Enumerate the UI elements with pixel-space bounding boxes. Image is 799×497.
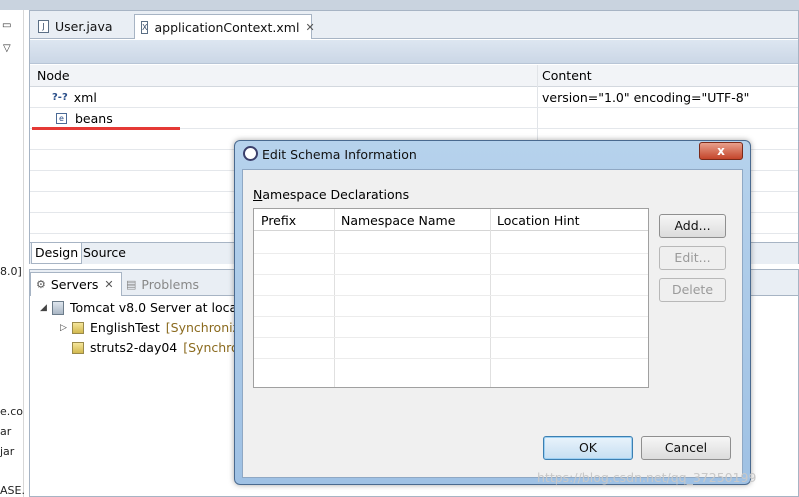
editor-header-bar	[30, 40, 798, 64]
window-top-strip	[0, 0, 799, 10]
dialog-body: Namespace Declarations Prefix Namespace …	[242, 169, 743, 478]
project-label: struts2-day04	[90, 340, 178, 355]
tab-user-java[interactable]: J User.java	[32, 14, 134, 39]
mnemonic-letter: N	[253, 187, 263, 202]
gutter-text-5: ASE.	[0, 484, 24, 497]
tab-problems[interactable]: ▤ Problems	[126, 272, 199, 296]
column-prefix[interactable]: Prefix	[261, 213, 296, 228]
ok-button[interactable]: OK	[543, 436, 633, 460]
chevron-down-icon[interactable]: ▽	[3, 43, 11, 54]
column-separator	[334, 209, 335, 387]
cancel-button[interactable]: Cancel	[641, 436, 731, 460]
tab-label: Problems	[141, 276, 200, 292]
close-icon[interactable]: ✕	[104, 278, 113, 291]
processing-instruction-icon: ?-?	[52, 92, 68, 103]
column-content[interactable]: Content	[542, 68, 592, 83]
project-icon	[72, 321, 84, 334]
tab-label: User.java	[55, 19, 113, 34]
minimize-icon[interactable]: ▭	[2, 20, 11, 31]
gutter-text-2: e.co	[0, 405, 24, 418]
java-file-icon: J	[38, 20, 49, 33]
server-label: Tomcat v8.0 Server at locall	[70, 300, 245, 315]
left-panel-fragment: ▭ ▽ 8.0] e.co ar jar ASE.	[0, 10, 24, 497]
table-row[interactable]: ?-? xml version="1.0" encoding="UTF-8"	[30, 87, 798, 108]
add-button[interactable]: Add...	[659, 214, 726, 238]
tomcat-server-icon	[52, 300, 64, 315]
element-icon: e	[56, 113, 67, 124]
gutter-text-4: jar	[0, 445, 15, 458]
project-node[interactable]: ▷ EnglishTest [Synchroniz	[60, 320, 239, 335]
tab-design[interactable]: Design	[31, 243, 83, 264]
namespace-table[interactable]: Prefix Namespace Name Location Hint	[253, 208, 649, 388]
editor-tab-bar: J User.java X applicationContext.xml ✕	[30, 11, 798, 39]
project-label: EnglishTest	[90, 320, 160, 335]
tab-servers[interactable]: ⚙ Servers ✕	[30, 272, 122, 296]
gutter-text-1: 8.0]	[0, 265, 22, 278]
close-icon[interactable]: ✕	[305, 21, 314, 34]
row-line	[254, 337, 648, 338]
node-label: xml	[73, 90, 97, 105]
project-node[interactable]: struts2-day04 [Synchron	[72, 340, 247, 355]
row-line	[254, 358, 648, 359]
column-namespace-name[interactable]: Namespace Name	[341, 213, 455, 228]
close-button[interactable]: x	[699, 142, 743, 160]
row-line	[254, 253, 648, 254]
tab-application-context-xml[interactable]: X applicationContext.xml ✕	[134, 14, 315, 39]
tab-source[interactable]: Source	[80, 243, 129, 264]
column-location-hint[interactable]: Location Hint	[497, 213, 580, 228]
label-rest: amespace Declarations	[262, 187, 410, 202]
namespace-declarations-label: Namespace Declarations	[253, 187, 409, 202]
content-value[interactable]: version="1.0" encoding="UTF-8"	[542, 90, 749, 105]
eclipse-icon	[243, 146, 258, 161]
server-node[interactable]: ◢ Tomcat v8.0 Server at locall	[40, 300, 244, 315]
edit-schema-dialog: Edit Schema Information x Namespace Decl…	[234, 140, 751, 485]
edit-button[interactable]: Edit...	[659, 246, 726, 270]
dialog-title: Edit Schema Information	[262, 147, 417, 162]
sync-status: [Synchroniz	[165, 320, 240, 335]
table-row[interactable]: e beans	[30, 108, 798, 129]
row-line	[254, 316, 648, 317]
column-separator	[490, 209, 491, 387]
xml-file-icon: X	[141, 20, 149, 34]
table-header: Prefix Namespace Name Location Hint	[254, 209, 648, 231]
servers-icon: ⚙	[36, 278, 46, 291]
node-label: beans	[75, 111, 113, 126]
problems-icon: ▤	[126, 277, 137, 291]
row-line	[254, 295, 648, 296]
project-icon	[72, 341, 84, 354]
watermark-text: https://blog.csdn.net/qq_37250199	[537, 470, 757, 485]
gutter-text-3: ar	[0, 425, 12, 438]
collapsed-arrow-icon[interactable]: ▷	[60, 323, 72, 333]
column-node[interactable]: Node	[37, 68, 70, 83]
expanded-arrow-icon[interactable]: ◢	[40, 303, 52, 313]
delete-button[interactable]: Delete	[659, 278, 726, 302]
tab-label: Servers	[50, 277, 99, 292]
tree-column-header: Node Content	[30, 65, 798, 87]
row-line	[254, 274, 648, 275]
tab-label: applicationContext.xml	[154, 19, 300, 35]
